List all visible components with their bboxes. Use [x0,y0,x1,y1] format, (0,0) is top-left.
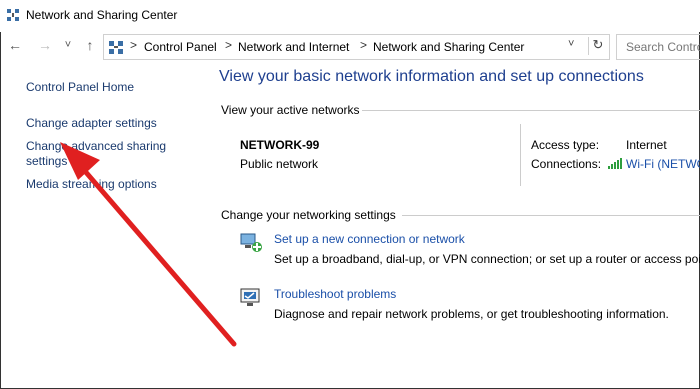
annotation-arrow [60,142,237,347]
